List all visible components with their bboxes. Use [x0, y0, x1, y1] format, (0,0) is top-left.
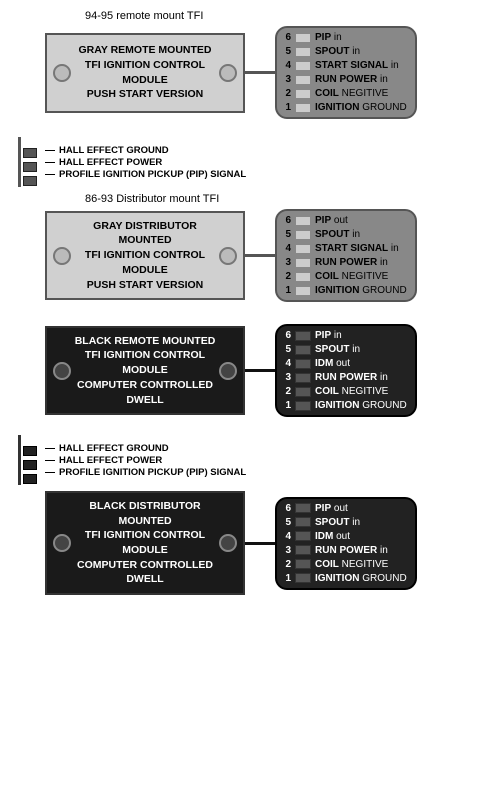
black-dist-section: BLACK DISTRIBUTOR MOUNTEDTFI IGNITION CO… — [5, 491, 495, 597]
connector-gray-dist: 6 PIP out 5 SPOUT in 4 START SIGNAL in — [275, 209, 417, 302]
connector-black-dist: 6 PIP out 5 SPOUT in 4 IDM out — [275, 497, 417, 590]
gray-remote-module-text: GRAY REMOTE MOUNTEDTFI IGNITION CONTROL … — [53, 43, 237, 102]
pin-row-5: 5 SPOUT in — [281, 46, 407, 57]
wire-label-hall-ground-2: HALL EFFECT GROUND — [45, 443, 246, 454]
pin-row-6: 6 PIP in — [281, 32, 407, 43]
connector-rect-1 — [23, 148, 37, 158]
vertical-wire-1 — [18, 137, 21, 187]
black-dist-module-text: BLACK DISTRIBUTOR MOUNTEDTFI IGNITION CO… — [53, 499, 237, 587]
vertical-wire-2 — [18, 435, 21, 485]
pin-terminal-1 — [295, 103, 311, 113]
wire-label-pip-signal-2: PROFILE IGNITION PICKUP (PIP) SIGNAL — [45, 467, 246, 478]
connector-rect-3 — [23, 176, 37, 186]
wire-label-pip-signal: PROFILE IGNITION PICKUP (PIP) SIGNAL — [45, 169, 246, 180]
gray-dist-section: 86-93 Distributor mount TFI GRAY DISTRIB… — [5, 193, 495, 304]
wire-label-hall-power-2: HALL EFFECT POWER — [45, 455, 246, 466]
pin-terminal-4 — [295, 61, 311, 71]
wire-bridge-gray-dist — [245, 254, 275, 257]
pin-row-4: 4 START SIGNAL in — [281, 60, 407, 71]
section-label-gray-remote: 94-95 remote mount TFI — [85, 10, 495, 22]
gray-dist-module: GRAY DISTRIBUTOR MOUNTEDTFI IGNITION CON… — [45, 211, 245, 300]
black-remote-module-text: BLACK REMOTE MOUNTEDTFI IGNITION CONTROL… — [53, 334, 237, 407]
left-wire-group-2: HALL EFFECT GROUND HALL EFFECT POWER PRO… — [10, 435, 495, 485]
gray-dist-module-text: GRAY DISTRIBUTOR MOUNTEDTFI IGNITION CON… — [53, 219, 237, 292]
black-remote-row: BLACK REMOTE MOUNTEDTFI IGNITION CONTROL… — [5, 324, 495, 417]
pin-row-2: 2 COIL NEGITIVE — [281, 88, 407, 99]
connector-gray-remote: 6 PIP in 5 SPOUT in 4 START SIGNAL in — [275, 26, 417, 119]
diagram-container: 94-95 remote mount TFI GRAY REMOTE MOUNT… — [0, 0, 500, 617]
connector-body-black-remote: 6 PIP in 5 SPOUT in 4 IDM out — [275, 324, 417, 417]
black-connector-rect-1 — [23, 446, 37, 456]
wire-bridge-black-dist — [245, 542, 275, 545]
connector-rect-2 — [23, 162, 37, 172]
black-remote-module: BLACK REMOTE MOUNTEDTFI IGNITION CONTROL… — [45, 326, 245, 415]
black-connector-rect-3 — [23, 474, 37, 484]
pin-terminal-2 — [295, 89, 311, 99]
wire-label-hall-ground: HALL EFFECT GROUND — [45, 145, 246, 156]
black-remote-section: BLACK REMOTE MOUNTEDTFI IGNITION CONTROL… — [5, 324, 495, 419]
black-dist-module: BLACK DISTRIBUTOR MOUNTEDTFI IGNITION CO… — [45, 491, 245, 595]
pin-terminal-6 — [295, 33, 311, 43]
wire-labels-2: HALL EFFECT GROUND HALL EFFECT POWER PRO… — [45, 443, 246, 478]
connector-body-black-dist: 6 PIP out 5 SPOUT in 4 IDM out — [275, 497, 417, 590]
pin-terminal-5 — [295, 47, 311, 57]
wire-labels-1: HALL EFFECT GROUND HALL EFFECT POWER PRO… — [45, 145, 246, 180]
pin-row-1: 1 IGNITION GROUND — [281, 102, 407, 113]
wire-bridge-gray-remote — [245, 71, 275, 74]
connector-black-remote: 6 PIP in 5 SPOUT in 4 IDM out — [275, 324, 417, 417]
connector-body-gray-dist: 6 PIP out 5 SPOUT in 4 START SIGNAL in — [275, 209, 417, 302]
pin-terminal-3 — [295, 75, 311, 85]
black-connector-rect-2 — [23, 460, 37, 470]
black-dist-row: BLACK DISTRIBUTOR MOUNTEDTFI IGNITION CO… — [5, 491, 495, 595]
gray-dist-row: GRAY DISTRIBUTOR MOUNTEDTFI IGNITION CON… — [5, 209, 495, 302]
pin-row-3: 3 RUN POWER in — [281, 74, 407, 85]
wire-label-hall-power: HALL EFFECT POWER — [45, 157, 246, 168]
left-wire-group-1: HALL EFFECT GROUND HALL EFFECT POWER PRO… — [10, 137, 495, 187]
gray-remote-row: GRAY REMOTE MOUNTEDTFI IGNITION CONTROL … — [5, 26, 495, 119]
gray-remote-section: 94-95 remote mount TFI GRAY REMOTE MOUNT… — [5, 10, 495, 121]
gray-remote-module: GRAY REMOTE MOUNTEDTFI IGNITION CONTROL … — [45, 33, 245, 113]
connector-body-gray-remote: 6 PIP in 5 SPOUT in 4 START SIGNAL in — [275, 26, 417, 119]
section-label-gray-dist: 86-93 Distributor mount TFI — [85, 193, 495, 205]
wire-bridge-black-remote — [245, 369, 275, 372]
